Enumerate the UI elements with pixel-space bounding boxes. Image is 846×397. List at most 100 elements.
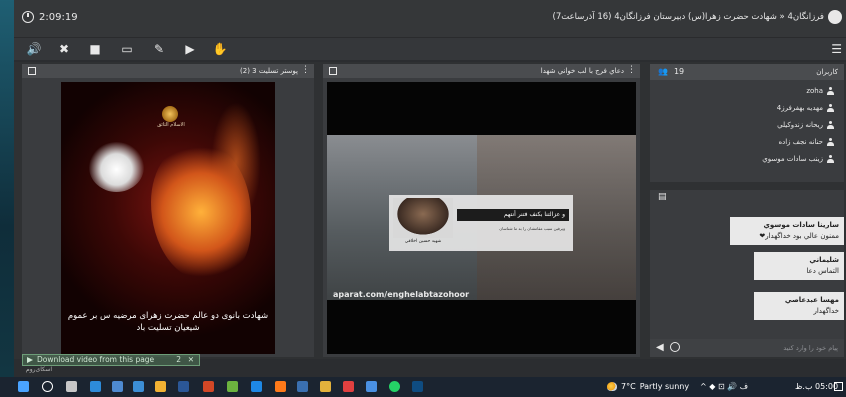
- chat-icon: ▤: [658, 192, 667, 202]
- user-name: zoha: [806, 86, 823, 95]
- app-icon[interactable]: [366, 381, 377, 392]
- opera-icon[interactable]: [343, 381, 354, 392]
- user-name: زينب سادات موسوي: [762, 154, 823, 163]
- users-header-label: کاربران: [816, 68, 838, 76]
- nameplate: شهيد حسين اخلاقي و عزالتنا بكنف فتنر أنت…: [389, 195, 573, 251]
- title-bar: 2:09:19 فرزانگان4 « شهادت حضرت زهرا(س) د…: [14, 0, 846, 38]
- screen-share-icon[interactable]: ▭: [119, 41, 135, 57]
- room-title: فرزانگان4 « شهادت حضرت زهرا(س) دبیرستان …: [552, 12, 824, 22]
- brand-label: اسکای‌روم: [26, 366, 53, 373]
- poster-image: الاسلام الثائق شهادت بانوی دو عالم حضرت …: [61, 82, 275, 354]
- video-panel-title: دعاي فرج با لب خواني شهدا: [540, 67, 624, 75]
- store-icon[interactable]: [112, 381, 123, 392]
- mute-mic-icon[interactable]: ✖: [56, 41, 72, 57]
- video-panel-header: دعاي فرج با لب خواني شهدا ⋮: [323, 64, 640, 78]
- task-view-icon[interactable]: [66, 381, 77, 392]
- poster-caption: شهادت بانوی دو عالم حضرت زهرای مرضیه س ب…: [67, 311, 269, 333]
- taskbar: 7°C Partly sunny ^ ◆ ⊡ 🔊 ف 05:00 ب.ظ: [0, 377, 846, 397]
- weather-widget[interactable]: 7°C Partly sunny: [607, 382, 689, 391]
- partly-sunny-icon: [607, 382, 617, 391]
- chat-panel-header: ▤: [650, 190, 844, 204]
- poster-top-text: الاسلام الثائق: [157, 122, 185, 128]
- nameplate-name: شهيد حسين اخلاقي: [404, 239, 442, 244]
- user-name: ريحانه زندوكيلي: [777, 120, 823, 129]
- chat-sender: مهسا عبدعاصي: [784, 296, 839, 304]
- mail-icon[interactable]: [133, 381, 144, 392]
- user-row[interactable]: zoha: [664, 82, 834, 99]
- user-row[interactable]: مهديه بهفرفرز4: [664, 99, 834, 116]
- main-area: پوستر تسليت 3 (2) ⋮ الاسلام الثائق شهادت…: [14, 62, 846, 359]
- system-tray[interactable]: ^ ◆ ⊡ 🔊 ف: [700, 382, 748, 391]
- edge-icon[interactable]: [90, 381, 101, 392]
- session-timer: 2:09:19: [22, 11, 78, 23]
- firefox-icon[interactable]: [275, 381, 286, 392]
- send-icon[interactable]: ◀: [656, 342, 664, 353]
- panel-menu-icon[interactable]: ⋮: [301, 65, 310, 75]
- app-window: 2:09:19 فرزانگان4 « شهادت حضرت زهرا(س) د…: [0, 0, 846, 397]
- chat-text: التماس دعا: [806, 267, 839, 275]
- video-player[interactable]: شهيد حسين اخلاقي و عزالتنا بكنف فتنر أنت…: [327, 82, 636, 354]
- play-icon[interactable]: ▶: [182, 41, 198, 57]
- download-video-bar[interactable]: Download video from this page 2 ✕: [22, 354, 200, 366]
- notification-icon[interactable]: [834, 382, 843, 391]
- clock-time[interactable]: 05:00 ب.ظ: [795, 382, 838, 391]
- toolbar: 🔊 ✖ ■ ▭ ✎ ▶ ✋ ☰: [14, 38, 846, 60]
- user-row[interactable]: حنانه نجف زاده: [664, 133, 834, 150]
- user-name: مهديه بهفرفرز4: [776, 103, 823, 112]
- chat-panel: ▤ سارينا سادات موسوي ممنون عالي بود خداگ…: [650, 190, 844, 357]
- hand-icon[interactable]: ✋: [212, 41, 228, 57]
- desktop-background: [0, 0, 14, 377]
- user-row[interactable]: ريحانه زندوكيلي: [664, 116, 834, 133]
- word-icon[interactable]: [178, 381, 189, 392]
- search-icon[interactable]: [42, 381, 53, 392]
- timer-text: 2:09:19: [39, 11, 78, 23]
- person-icon: [827, 154, 834, 163]
- panel-menu-icon[interactable]: ⋮: [627, 65, 636, 75]
- clock-icon: [22, 11, 34, 23]
- user-row[interactable]: زينب سادات موسوي: [664, 150, 834, 167]
- poster-panel: پوستر تسليت 3 (2) ⋮ الاسلام الثائق شهادت…: [22, 64, 314, 357]
- chat-sender: شليماني: [809, 256, 839, 264]
- chat-sender: سارينا سادات موسوي: [763, 221, 839, 229]
- video-frame: شهيد حسين اخلاقي و عزالتنا بكنف فتنر أنت…: [327, 135, 636, 300]
- speaker-icon[interactable]: 🔊: [26, 41, 42, 57]
- chat-message: مهسا عبدعاصي خداگهدار: [754, 292, 844, 320]
- account-icon[interactable]: [828, 10, 842, 24]
- person-icon: [827, 120, 834, 129]
- user-name: حنانه نجف زاده: [778, 137, 823, 146]
- app-icon[interactable]: [297, 381, 308, 392]
- powerpoint-icon[interactable]: [203, 381, 214, 392]
- close-icon[interactable]: ✕: [188, 355, 194, 365]
- chrome-icon[interactable]: [155, 381, 166, 392]
- chat-input[interactable]: پیام خود را وارد کنید ◀: [650, 339, 844, 357]
- chat-text: ممنون عالي بود خداگهدار❤: [759, 232, 839, 240]
- users-count: 👥 19: [658, 67, 684, 76]
- skyroom-icon[interactable]: [412, 381, 423, 392]
- menu-icon[interactable]: ☰: [831, 42, 842, 56]
- crest-emblem: [162, 106, 178, 122]
- emoji-icon[interactable]: [670, 342, 680, 352]
- users-group-icon: 👥: [658, 67, 668, 76]
- person-icon: [827, 103, 834, 112]
- person-icon: [827, 137, 834, 146]
- chat-message: شليماني التماس دعا: [754, 252, 844, 280]
- chat-message: سارينا سادات موسوي ممنون عالي بود خداگهد…: [730, 217, 844, 245]
- users-panel: 👥 19 کاربران zoha مهديه بهفرفرز4 ريحانه …: [650, 64, 844, 182]
- person-icon: [827, 86, 834, 95]
- app-icon[interactable]: [227, 381, 238, 392]
- camera-icon[interactable]: ■: [87, 41, 103, 57]
- calligraphy-graphic: [151, 142, 251, 282]
- ie-icon[interactable]: [251, 381, 262, 392]
- poster-panel-header: پوستر تسليت 3 (2) ⋮: [22, 64, 314, 78]
- video-watermark: aparat.com/enghelabtazohoor: [333, 290, 470, 299]
- folder-icon[interactable]: [320, 381, 331, 392]
- whatsapp-icon[interactable]: [389, 381, 400, 392]
- users-list: zoha مهديه بهفرفرز4 ريحانه زندوكيلي حنان…: [664, 82, 834, 167]
- pen-icon[interactable]: ✎: [151, 41, 167, 57]
- users-panel-header: 👥 19 کاربران: [650, 64, 844, 80]
- start-icon[interactable]: [18, 381, 29, 392]
- panel-toggle-icon[interactable]: [329, 67, 337, 75]
- dove-graphic: [89, 142, 144, 192]
- panel-toggle-icon[interactable]: [28, 67, 36, 75]
- users-count-value: 19: [673, 67, 685, 76]
